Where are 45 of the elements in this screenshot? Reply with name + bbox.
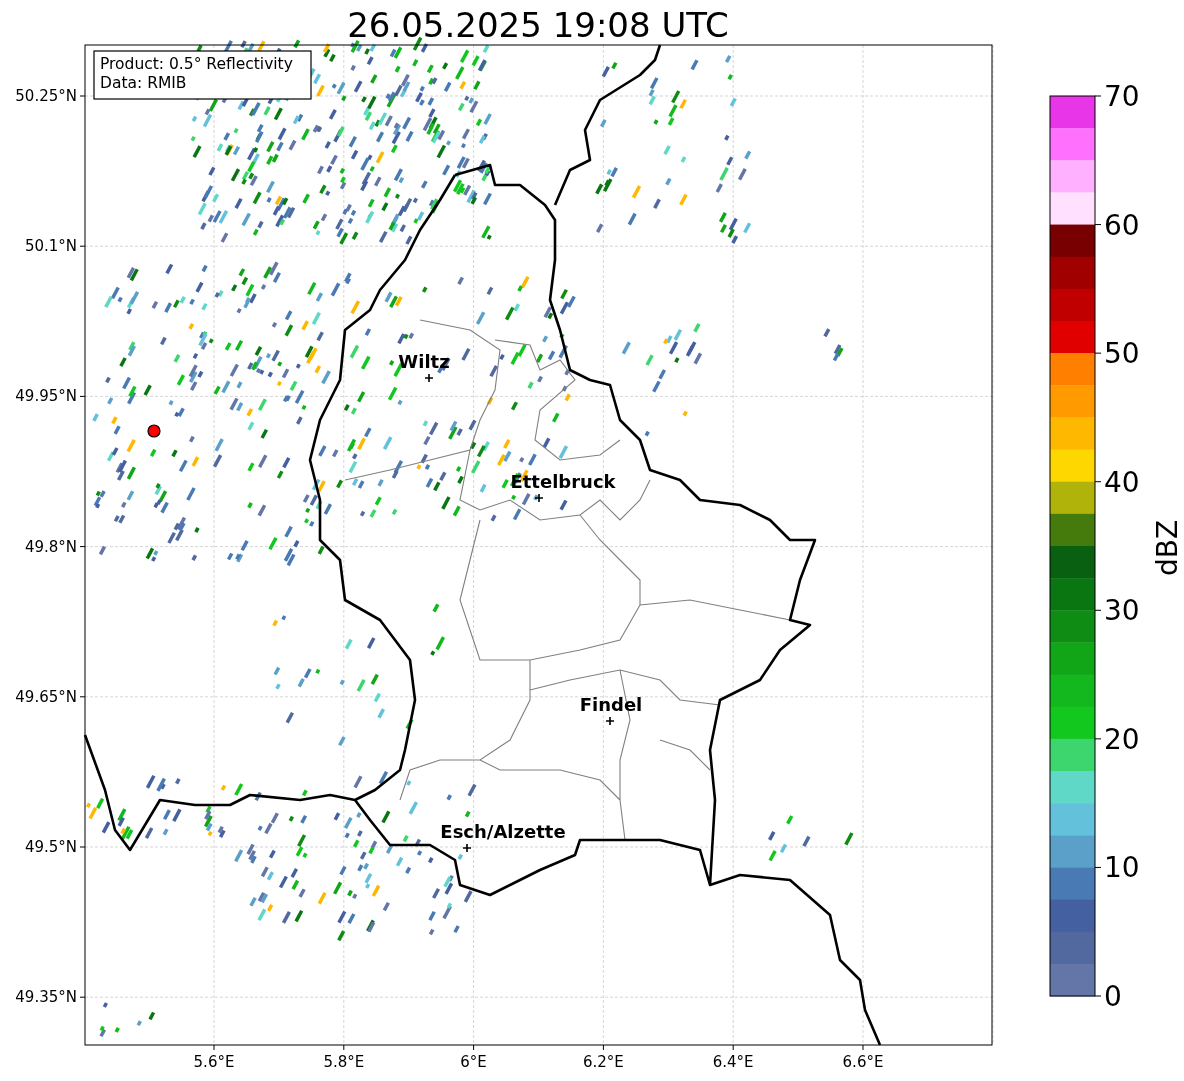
colorbar-tick-label: 40 xyxy=(1104,465,1140,499)
axis-tick-label: 50.25°N xyxy=(15,87,77,105)
tick-mark xyxy=(79,395,86,397)
tick-mark xyxy=(79,546,86,548)
tick-mark xyxy=(79,996,86,998)
axis-tick-label: 6.4°E xyxy=(712,1053,754,1071)
axis-tick-label: 6.2°E xyxy=(583,1053,624,1071)
info-text: Product: 0.5° Reflectivity xyxy=(100,55,293,73)
city-marker-icon xyxy=(534,493,544,503)
axis-tick-label: 49.95°N xyxy=(15,387,77,406)
colorbar-tick-label: 0 xyxy=(1104,980,1122,1013)
city-marker-icon xyxy=(605,716,615,726)
axis-tick-label: 49.35°N xyxy=(15,988,77,1007)
colorbar-tick-label: 70 xyxy=(1104,80,1140,113)
axis-tick-label: 5.8°E xyxy=(323,1053,365,1071)
colorbar-tick-label: 10 xyxy=(1104,851,1140,885)
colorbar-tick-label: 20 xyxy=(1104,722,1140,756)
city-marker-icon xyxy=(424,373,434,383)
tick-mark xyxy=(79,696,86,698)
tick-mark xyxy=(79,846,86,848)
radar-station-marker-icon xyxy=(147,424,161,438)
axis-tick-label: 5.6°E xyxy=(193,1053,235,1071)
axis-tick-label: 49.8°N xyxy=(24,537,77,556)
city-marker-icon xyxy=(462,843,472,853)
axis-tick-label: 6.6°E xyxy=(842,1053,884,1071)
axis-tick-label: 50.1°N xyxy=(24,237,77,256)
colorbar-tick-label: 30 xyxy=(1104,594,1140,628)
tick-mark xyxy=(732,1044,734,1051)
tick-mark xyxy=(862,1044,864,1051)
tick-mark xyxy=(79,95,86,97)
axis-tick-label: 49.65°N xyxy=(15,687,77,706)
tick-mark xyxy=(79,245,86,247)
colorbar-tick-label: 50 xyxy=(1104,337,1140,371)
info-text: Data: RMIB xyxy=(100,74,187,92)
colorbar-label: dBZ xyxy=(1151,519,1184,577)
tick-mark xyxy=(343,1044,345,1051)
colorbar-tick-label: 60 xyxy=(1104,208,1140,242)
tick-mark xyxy=(213,1044,215,1051)
city-label: Esch/Alzette xyxy=(440,821,566,842)
tick-mark xyxy=(602,1044,604,1051)
city-label: Findel xyxy=(579,694,643,715)
figure-title: 26.05.2025 19:08 UTC xyxy=(347,5,729,45)
axis-tick-label: 49.5°N xyxy=(24,838,77,856)
tick-mark xyxy=(473,1044,475,1051)
axis-tick-label: 6°E xyxy=(460,1053,487,1071)
